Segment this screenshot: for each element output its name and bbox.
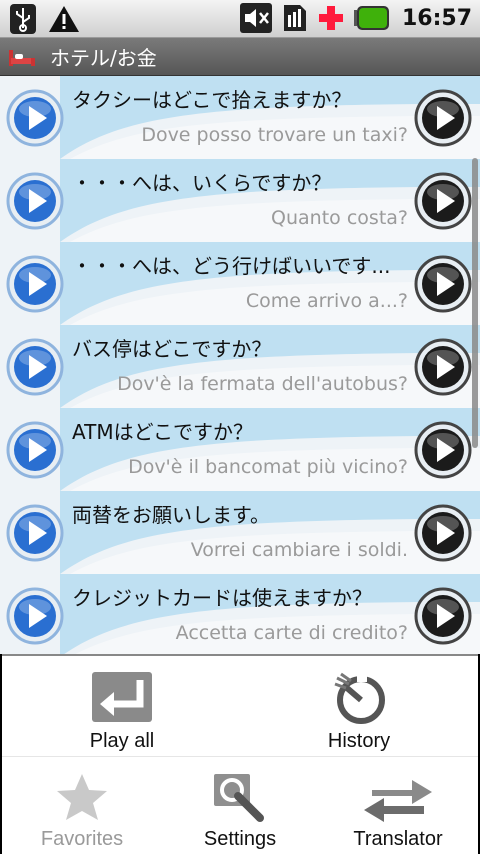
- history-button[interactable]: History: [299, 670, 419, 753]
- play-japanese-button[interactable]: [6, 421, 64, 479]
- settings-label: Settings: [203, 828, 277, 850]
- phrase-italian: Dove posso trovare un taxi?: [141, 124, 408, 146]
- play-blue-icon: [6, 255, 64, 313]
- play-blue-icon: [6, 587, 64, 645]
- phrase-japanese: バス停はどこですか？: [72, 337, 272, 361]
- bed-icon: [9, 49, 35, 66]
- translator-button[interactable]: Translator: [338, 772, 458, 851]
- play-black-icon: [414, 255, 472, 313]
- phrase-row[interactable]: 両替をお願いします。 Vorrei cambiare i soldi.: [0, 491, 480, 574]
- play-black-icon: [414, 504, 472, 562]
- play-italian-button[interactable]: [414, 172, 472, 230]
- swap-arrows-icon: [364, 780, 432, 822]
- favorites-button[interactable]: Favorites: [22, 772, 142, 851]
- wrench-icon: [214, 774, 264, 822]
- status-clock: 16:57: [401, 5, 472, 31]
- play-black-icon: [414, 338, 472, 396]
- play-italian-button[interactable]: [414, 255, 472, 313]
- phrase-japanese: ATMはどこですか？: [72, 420, 254, 444]
- play-all-icon: [92, 672, 152, 722]
- play-japanese-button[interactable]: [6, 338, 64, 396]
- history-label: History: [327, 730, 391, 752]
- settings-button[interactable]: Settings: [180, 772, 300, 851]
- phrase-row[interactable]: ATMはどこですか？ Dov'è il bancomat più vicino?: [0, 408, 480, 491]
- history-icon: [334, 670, 385, 724]
- play-japanese-button[interactable]: [6, 255, 64, 313]
- favorites-label: Favorites: [40, 828, 124, 850]
- phrase-italian: Dov'è la fermata dell'autobus?: [117, 373, 408, 395]
- phrase-list[interactable]: タクシーはどこで拾えますか？ Dove posso trovare un tax…: [0, 76, 480, 654]
- phrase-japanese: 両替をお願いします。: [72, 503, 270, 527]
- battery-icon: [353, 6, 389, 30]
- phrase-row[interactable]: タクシーはどこで拾えますか？ Dove posso trovare un tax…: [0, 76, 480, 159]
- phrase-row[interactable]: ・・・へは、いくらですか？ Quanto costa?: [0, 159, 480, 242]
- play-japanese-button[interactable]: [6, 89, 64, 147]
- phrase-italian: Accetta carte di credito?: [175, 622, 408, 644]
- phrase-japanese: タクシーはどこで拾えますか？: [72, 88, 352, 112]
- title-bar: ホテル/お金: [0, 38, 480, 76]
- play-all-button[interactable]: Play all: [62, 670, 182, 753]
- play-italian-button[interactable]: [414, 89, 472, 147]
- translator-label: Translator: [353, 828, 443, 850]
- page-title: ホテル/お金: [50, 46, 157, 70]
- warning-icon: [49, 6, 79, 32]
- play-black-icon: [414, 421, 472, 479]
- phrase-japanese: ・・・へは、いくらですか？: [72, 171, 332, 195]
- play-blue-icon: [6, 89, 64, 147]
- menu-divider: [2, 756, 478, 757]
- list-scrollbar[interactable]: [472, 158, 478, 448]
- medical-cross-icon: [318, 6, 343, 30]
- phrase-japanese: ・・・へは、どう行けばいいです...: [72, 254, 391, 278]
- play-japanese-button[interactable]: [6, 504, 64, 562]
- sim-icon: [283, 5, 306, 31]
- play-all-label: Play all: [89, 730, 155, 752]
- mute-icon: [239, 3, 272, 33]
- phrase-row[interactable]: バス停はどこですか？ Dov'è la fermata dell'autobus…: [0, 325, 480, 408]
- play-italian-button[interactable]: [414, 421, 472, 479]
- play-blue-icon: [6, 504, 64, 562]
- play-black-icon: [414, 587, 472, 645]
- phrase-japanese: クレジットカードは使えますか？: [72, 586, 372, 610]
- status-bar: 16:57: [0, 0, 480, 38]
- play-italian-button[interactable]: [414, 338, 472, 396]
- play-blue-icon: [6, 421, 64, 479]
- options-menu: Play all History Favorites Settings Tran…: [2, 654, 478, 854]
- phrase-italian: Dov'è il bancomat più vicino?: [128, 456, 408, 478]
- phrase-row[interactable]: ・・・へは、どう行けばいいです... Come arrivo a...?: [0, 242, 480, 325]
- play-japanese-button[interactable]: [6, 172, 64, 230]
- play-black-icon: [414, 89, 472, 147]
- phrase-row[interactable]: クレジットカードは使えますか？ Accetta carte di credito…: [0, 574, 480, 654]
- play-italian-button[interactable]: [414, 504, 472, 562]
- phrase-italian: Come arrivo a...?: [245, 290, 408, 312]
- play-blue-icon: [6, 172, 64, 230]
- play-black-icon: [414, 172, 472, 230]
- play-blue-icon: [6, 338, 64, 396]
- phrase-italian: Quanto costa?: [271, 207, 408, 229]
- phrase-italian: Vorrei cambiare i soldi.: [190, 539, 408, 561]
- star-icon: [57, 774, 107, 820]
- usb-icon: [10, 4, 36, 34]
- play-italian-button[interactable]: [414, 587, 472, 645]
- play-japanese-button[interactable]: [6, 587, 64, 645]
